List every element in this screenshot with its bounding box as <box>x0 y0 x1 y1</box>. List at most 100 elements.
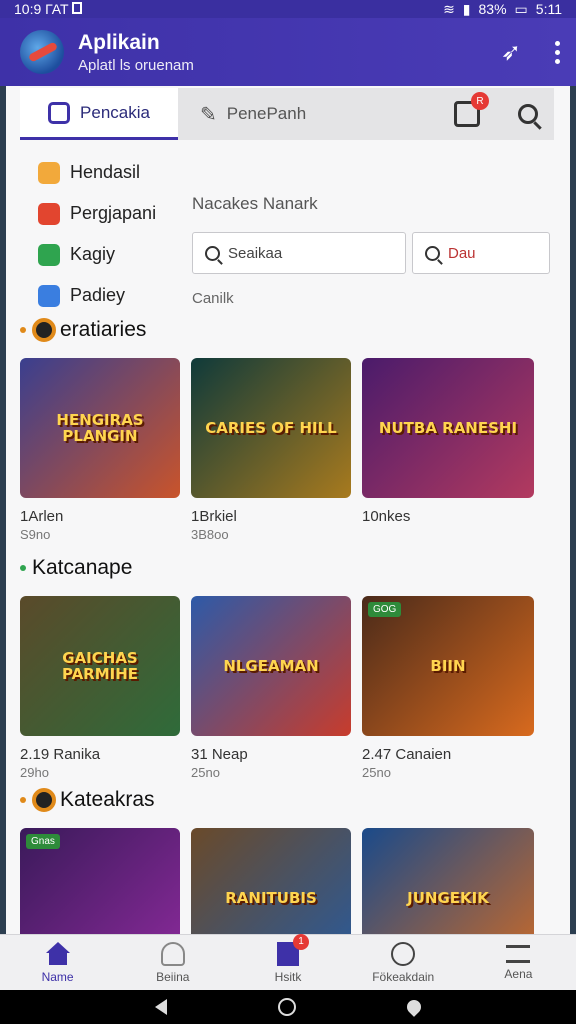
calendar-badge: R <box>471 92 489 110</box>
section-title-text: Katcanape <box>32 556 133 579</box>
game-card[interactable]: NLGEAMAN 31 Neap 25no <box>191 596 351 780</box>
panel-label: Nacakes Nanark <box>192 194 318 213</box>
tab-pencakia[interactable]: Pencakia <box>20 88 178 140</box>
info-circle-icon <box>391 941 416 966</box>
more-menu-icon[interactable] <box>555 40 560 64</box>
card-tag: Gnas <box>26 834 60 849</box>
nav-item[interactable]: Name <box>0 935 115 990</box>
card-tag: GOG <box>368 602 402 617</box>
nav-item[interactable]: Beiina <box>115 935 230 990</box>
menu-item[interactable]: Hendasil <box>38 152 156 193</box>
status-clock: 5:11 <box>535 1 562 17</box>
menu-item-label: Hendasil <box>70 162 141 182</box>
game-thumbnail[interactable]: Gnas <box>20 828 180 934</box>
game-thumbnail[interactable]: NUTBA RANESHI <box>362 358 534 498</box>
calendar-icon[interactable]: R <box>454 92 489 127</box>
game-card[interactable]: GAICHAS PARMIHE 2.19 Ranika 29ho <box>20 596 180 780</box>
game-art-title: BIIN <box>430 656 466 675</box>
nav-label: Aena <box>504 966 533 981</box>
notification-icon <box>72 2 83 14</box>
pen-icon: ✎ <box>200 103 217 126</box>
game-name: 1Brkiel <box>191 508 237 525</box>
game-card[interactable]: RANITUBIS <box>191 828 351 934</box>
nav-item[interactable]: Fökeakdain <box>346 935 461 990</box>
game-thumbnail[interactable]: CARIES OF HILL <box>191 358 351 498</box>
game-thumbnail[interactable]: RANITUBIS <box>191 828 351 934</box>
home-circle-icon[interactable] <box>277 998 296 1016</box>
nav-label: Beiina <box>156 969 190 984</box>
rocket-icon[interactable]: ➶ <box>501 38 521 67</box>
game-card[interactable]: GOG BIIN 2.47 Canaien 25no <box>362 596 534 780</box>
nav-label: Hsitk <box>274 969 302 984</box>
game-name: 2.19 Ranika <box>20 746 101 763</box>
home-icon <box>45 941 70 966</box>
category-icon <box>38 284 60 307</box>
section-bullet-icon <box>20 797 26 803</box>
game-art-title: GAICHAS PARMIHE <box>61 648 139 683</box>
category-icon <box>38 243 60 266</box>
game-name: 2.47 Canaien <box>362 746 452 763</box>
search-icon <box>205 245 220 261</box>
section-title-text: eratiaries <box>60 318 147 341</box>
game-card[interactable]: Gnas <box>20 828 180 934</box>
game-card[interactable]: JUNGEKIK <box>362 828 534 934</box>
nav-label: Name <box>41 969 74 984</box>
nav-item[interactable]: 1 Hsitk <box>230 933 345 990</box>
game-subtitle: 25no <box>191 765 220 780</box>
panel-footer: Canilk <box>192 290 234 307</box>
status-time: 10:9 ГАТ <box>14 1 69 17</box>
game-row: GAICHAS PARMIHE 2.19 Ranika 29ho NLGEAMAN 31… <box>20 596 534 780</box>
battery-percent: 83% <box>478 1 507 17</box>
battery-icon: ▭ <box>514 0 528 17</box>
game-subtitle: 3B8oo <box>191 527 229 542</box>
menu-item[interactable]: Kagiy <box>38 234 156 275</box>
game-subtitle: S9no <box>20 527 51 542</box>
recents-icon[interactable] <box>403 997 424 1017</box>
game-card[interactable]: CARIES OF HILL 1Brkiel 3B8oo <box>191 358 351 542</box>
game-subtitle: 29ho <box>20 765 49 780</box>
filter-input-text: Dau <box>448 244 476 262</box>
menu-icon <box>506 944 531 963</box>
app-title: Aplikain <box>78 30 160 54</box>
main-sheet: Pencakia ✎ PenePanh R Hendasil Pergjapani… <box>6 86 570 934</box>
tab-penepanh[interactable]: ✎ PenePanh <box>178 88 448 140</box>
menu-item-label: Kagiy <box>70 244 116 264</box>
game-thumbnail[interactable]: NLGEAMAN <box>191 596 351 736</box>
section-title: eratiaries <box>20 318 146 342</box>
search-input[interactable]: Seaikaa <box>192 232 406 274</box>
tab-label: PenePanh <box>226 104 307 123</box>
game-name: 10nkes <box>362 508 411 525</box>
game-thumbnail[interactable]: GAICHAS PARMIHE <box>20 596 180 736</box>
nav-item[interactable]: Aena <box>461 935 576 990</box>
game-art-title: HENGIRAS PLANGIN <box>56 410 144 445</box>
game-art-title: CARIES OF HILL <box>205 418 337 437</box>
back-icon[interactable] <box>155 999 168 1015</box>
system-nav-bar <box>0 990 576 1024</box>
menu-item[interactable]: Pergjapani <box>38 193 156 234</box>
search-icon <box>425 245 440 261</box>
game-art-title: NUTBA RANESHI <box>378 418 518 437</box>
game-card[interactable]: NUTBA RANESHI 10nkes <box>362 358 534 542</box>
search-panel: Nacakes Nanark Seaikaa Dau Canilk <box>192 194 552 307</box>
category-icon <box>38 202 60 225</box>
bookmark-icon: 1 <box>277 933 309 966</box>
game-card[interactable]: HENGIRAS PLANGIN 1Arlen S9no <box>20 358 180 542</box>
search-input-text: Seaikaa <box>228 244 283 262</box>
status-bar: 10:9 ГАТ ≋ ▮ 83% ▭ 5:11 <box>0 0 576 18</box>
game-subtitle: 25no <box>362 765 391 780</box>
game-row: Gnas RANITUBIS JUNGEKIK <box>20 828 534 934</box>
filter-input[interactable]: Dau <box>412 232 550 274</box>
app-logo <box>20 30 64 74</box>
game-thumbnail[interactable]: HENGIRAS PLANGIN <box>20 358 180 498</box>
menu-item-label: Padiey <box>70 285 126 305</box>
search-icon[interactable] <box>518 104 538 124</box>
game-thumbnail[interactable]: JUNGEKIK <box>362 828 534 934</box>
tab-bar: Pencakia ✎ PenePanh R <box>20 88 554 140</box>
menu-item[interactable]: Padiey <box>38 275 156 316</box>
game-thumbnail[interactable]: GOG BIIN <box>362 596 534 736</box>
tab-label: Pencakia <box>80 102 150 122</box>
signal-icon: ▮ <box>462 0 471 17</box>
section-bullet-icon <box>20 327 26 333</box>
app-subtitle: Aplatl ls oruenam <box>78 56 194 74</box>
game-art-title: JUNGEKIK <box>407 888 489 907</box>
